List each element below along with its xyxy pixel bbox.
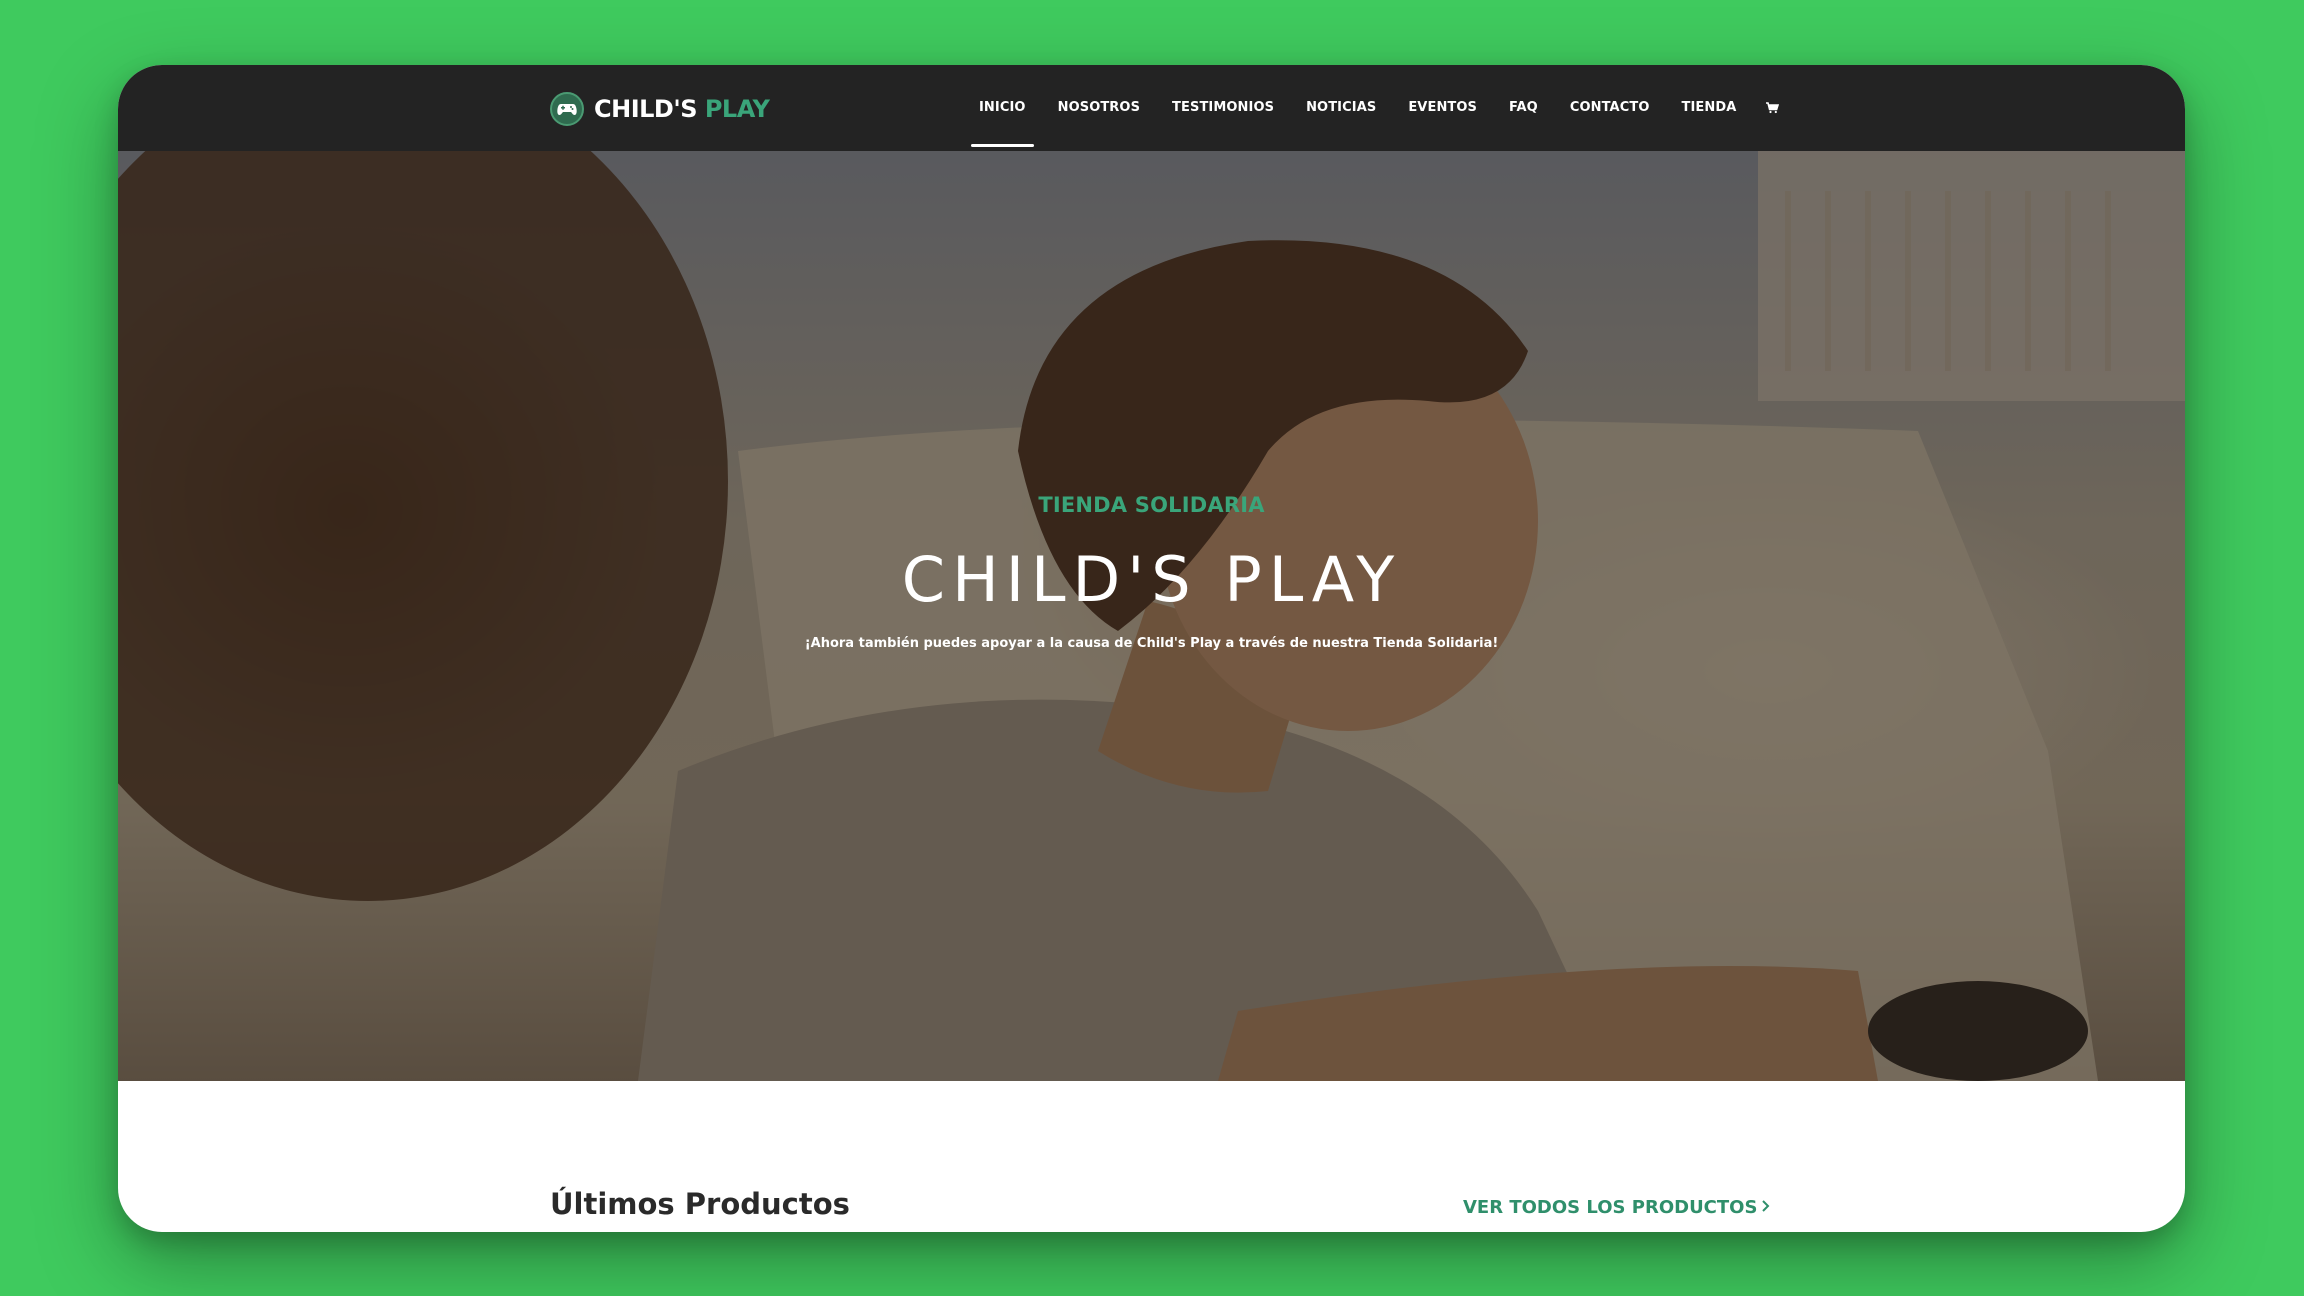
- hero-title: CHILD'S PLAY: [901, 543, 1402, 616]
- hero-content: TIENDA SOLIDARIA CHILD'S PLAY ¡Ahora tam…: [118, 151, 2185, 1081]
- nav-item-contacto[interactable]: CONTACTO: [1554, 65, 1666, 151]
- logo-text-accent: PLAY: [704, 95, 770, 123]
- view-all-products-link[interactable]: VER TODOS LOS PRODUCTOS: [1463, 1197, 1771, 1218]
- main-nav: INICIO NOSOTROS TESTIMONIOS NOTICIAS EVE…: [963, 65, 1792, 151]
- gamepad-logo-icon: [550, 92, 584, 126]
- browser-window: CHILD'S PLAY INICIO NOSOTROS TESTIMONIOS…: [118, 65, 2185, 1232]
- chevron-right-icon: [1761, 1197, 1771, 1218]
- nav-item-inicio[interactable]: INICIO: [963, 65, 1042, 151]
- cart-icon[interactable]: [1752, 65, 1792, 151]
- nav-item-faq[interactable]: FAQ: [1493, 65, 1554, 151]
- nav-item-nosotros[interactable]: NOSOTROS: [1042, 65, 1156, 151]
- logo-text: CHILD'S PLAY: [594, 95, 770, 123]
- nav-item-tienda[interactable]: TIENDA: [1665, 65, 1752, 151]
- hero-eyebrow: TIENDA SOLIDARIA: [1038, 493, 1265, 517]
- site-header: CHILD'S PLAY INICIO NOSOTROS TESTIMONIOS…: [118, 65, 2185, 151]
- site-logo[interactable]: CHILD'S PLAY: [550, 91, 770, 127]
- hero-banner: TIENDA SOLIDARIA CHILD'S PLAY ¡Ahora tam…: [118, 151, 2185, 1081]
- hero-subtitle: ¡Ahora también puedes apoyar a la causa …: [804, 636, 1499, 651]
- products-heading: Últimos Productos: [550, 1187, 850, 1221]
- nav-item-noticias[interactable]: NOTICIAS: [1290, 65, 1392, 151]
- logo-text-main: CHILD'S: [594, 95, 697, 123]
- nav-item-eventos[interactable]: EVENTOS: [1392, 65, 1493, 151]
- nav-item-testimonios[interactable]: TESTIMONIOS: [1156, 65, 1290, 151]
- view-all-products-label: VER TODOS LOS PRODUCTOS: [1463, 1197, 1758, 1218]
